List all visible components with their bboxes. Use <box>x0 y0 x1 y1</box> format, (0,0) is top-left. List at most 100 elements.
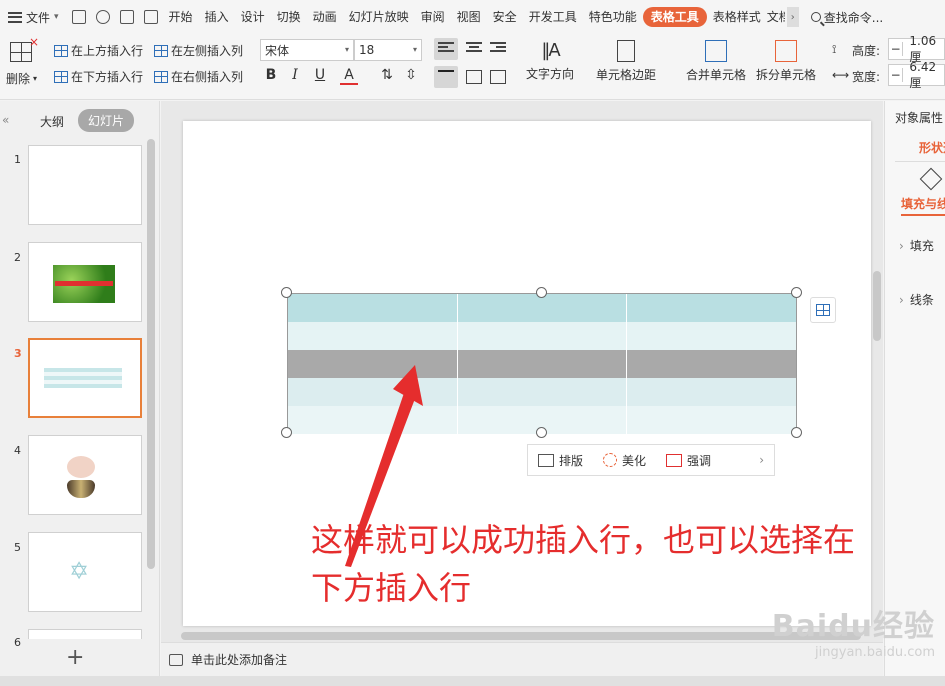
insert-row-above-label: 在上方插入行 <box>71 44 144 58</box>
tab-developer[interactable]: 开发工具 <box>523 0 583 34</box>
resize-handle-n[interactable] <box>536 287 547 298</box>
split-cells-label: 拆分单元格 <box>756 68 817 82</box>
collapse-icon[interactable]: « <box>2 113 9 127</box>
cell-margin-icon <box>617 40 635 62</box>
resize-handle-sw[interactable] <box>281 427 292 438</box>
tab-features[interactable]: 特色功能 <box>583 0 643 34</box>
text-direction-icon: ‖A <box>541 40 560 61</box>
valign-middle-icon[interactable] <box>466 70 482 84</box>
current-slide[interactable]: 排版 美化 强调 › 这样就可以成功插入行，也可以选择在 下方插入行 <box>183 121 871 626</box>
insert-col-left-button[interactable]: 在左侧插入列 <box>154 42 243 59</box>
align-right-icon[interactable] <box>490 42 506 56</box>
text-direction-label: 文字方向 <box>526 67 575 81</box>
command-search[interactable]: 查找命令... <box>810 9 883 26</box>
resize-handle-se[interactable] <box>791 427 802 438</box>
insert-row-below-button[interactable]: 在下方插入行 <box>54 68 143 85</box>
width-decrement[interactable]: − <box>889 68 904 82</box>
save-icon[interactable] <box>71 10 86 24</box>
vertical-scrollbar[interactable] <box>873 271 881 341</box>
annotation-text: 这样就可以成功插入行，也可以选择在 下方插入行 <box>311 516 945 612</box>
insert-col-right-button[interactable]: 在右侧插入列 <box>154 68 243 85</box>
print-icon[interactable] <box>119 10 134 24</box>
emphasis-button[interactable]: 强调 <box>656 452 721 469</box>
delete-button[interactable]: 删除 ▾ <box>6 70 37 87</box>
insert-col-right-label: 在右侧插入列 <box>171 70 244 84</box>
properties-panel: 对象属性 形状选项 填充与线条 填充 线条 <box>884 101 945 676</box>
slide-thumbnail-4[interactable] <box>28 435 142 515</box>
preview-icon[interactable] <box>143 10 158 24</box>
file-menu[interactable]: 文件 ▾ <box>0 0 67 34</box>
table-row-header[interactable] <box>288 294 796 322</box>
tab-security[interactable]: 安全 <box>487 0 523 34</box>
tab-slides[interactable]: 幻灯片 <box>78 109 135 132</box>
font-family-select[interactable]: 宋体 ▾ <box>260 39 354 61</box>
fill-bucket-icon[interactable] <box>919 167 943 191</box>
tab-animation[interactable]: 动画 <box>307 0 343 34</box>
resize-handle-ne[interactable] <box>791 287 802 298</box>
font-size-select[interactable]: 18 ▾ <box>354 39 422 61</box>
tab-view[interactable]: 视图 <box>451 0 487 34</box>
slide-thumbnail-2[interactable] <box>28 242 142 322</box>
tab-slideshow[interactable]: 幻灯片放映 <box>343 0 415 34</box>
add-slide-button[interactable]: + <box>66 645 84 670</box>
slide-number: 5 <box>14 541 21 554</box>
width-input[interactable]: − 6.42厘 <box>888 60 945 90</box>
text-direction-button[interactable]: ‖A 文字方向 <box>526 40 574 82</box>
line-spacing-icon[interactable]: ⇅ <box>378 67 396 83</box>
table-row[interactable] <box>288 378 796 406</box>
tab-table-style[interactable]: 表格样式 <box>707 0 767 34</box>
merge-cells-button[interactable]: 合并单元格 <box>686 40 746 83</box>
tab-doc[interactable]: 文档 <box>767 0 785 34</box>
horizontal-scrollbar[interactable] <box>181 632 861 640</box>
paragraph-spacing-icon[interactable]: ⇳ <box>402 67 420 83</box>
table[interactable] <box>287 293 797 434</box>
panel-scrollbar[interactable] <box>147 139 155 569</box>
italic-button[interactable]: I <box>286 67 304 83</box>
fill-section[interactable]: 填充 <box>899 237 934 254</box>
slide-thumbnail-6[interactable] <box>28 629 142 639</box>
tab-fill-and-line[interactable]: 填充与线条 <box>901 195 945 216</box>
align-left-icon[interactable] <box>434 38 458 60</box>
table-row-inserted[interactable] <box>288 350 796 378</box>
underline-button[interactable]: U <box>311 67 329 83</box>
chevron-right-icon[interactable]: › <box>759 453 764 467</box>
width-icon: ⟷ <box>832 68 850 82</box>
slide-thumbnail-3[interactable] <box>28 338 142 418</box>
undo-icon[interactable] <box>95 10 110 24</box>
beautify-button[interactable]: 美化 <box>593 452 656 469</box>
table-row[interactable] <box>288 322 796 350</box>
tab-shape-options[interactable]: 形状选项 <box>919 139 945 156</box>
valign-bottom-icon[interactable] <box>490 70 506 84</box>
valign-top-icon[interactable] <box>434 66 458 88</box>
tab-insert[interactable]: 插入 <box>199 0 235 34</box>
tab-outline[interactable]: 大纲 <box>40 113 64 130</box>
height-decrement[interactable]: − <box>889 42 904 56</box>
resize-handle-s[interactable] <box>536 427 547 438</box>
insert-row-above-button[interactable]: 在上方插入行 <box>54 42 143 59</box>
height-input[interactable]: − 1.06厘 <box>888 34 945 64</box>
tab-transition[interactable]: 切换 <box>271 0 307 34</box>
tab-design[interactable]: 设计 <box>235 0 271 34</box>
insert-col-left-icon <box>154 44 168 57</box>
layout-button[interactable]: 排版 <box>528 452 593 469</box>
resize-handle-nw[interactable] <box>281 287 292 298</box>
table-quick-button[interactable] <box>810 297 836 323</box>
heart-image-thumb <box>67 480 95 498</box>
tab-review[interactable]: 审阅 <box>415 0 451 34</box>
merge-cells-label: 合并单元格 <box>686 68 747 82</box>
tab-home[interactable]: 开始 <box>163 0 199 34</box>
slide-thumbnail-5[interactable]: ✡ <box>28 532 142 612</box>
tab-table-tools[interactable]: 表格工具 <box>642 7 707 27</box>
beautify-label: 美化 <box>622 453 647 468</box>
align-center-icon[interactable] <box>466 42 482 56</box>
font-color-button[interactable]: A <box>340 67 358 85</box>
more-tabs-button[interactable]: › <box>786 7 799 27</box>
line-section[interactable]: 线条 <box>899 291 934 308</box>
slide-number-current: 3 <box>14 347 22 360</box>
emphasis-icon <box>666 453 683 467</box>
cell-margin-button[interactable]: 单元格边距 <box>596 40 656 83</box>
split-cells-button[interactable]: 拆分单元格 <box>756 40 816 83</box>
bold-button[interactable]: B <box>262 67 280 83</box>
slide-thumbnail-1[interactable] <box>28 145 142 225</box>
notes-icon <box>169 653 183 666</box>
